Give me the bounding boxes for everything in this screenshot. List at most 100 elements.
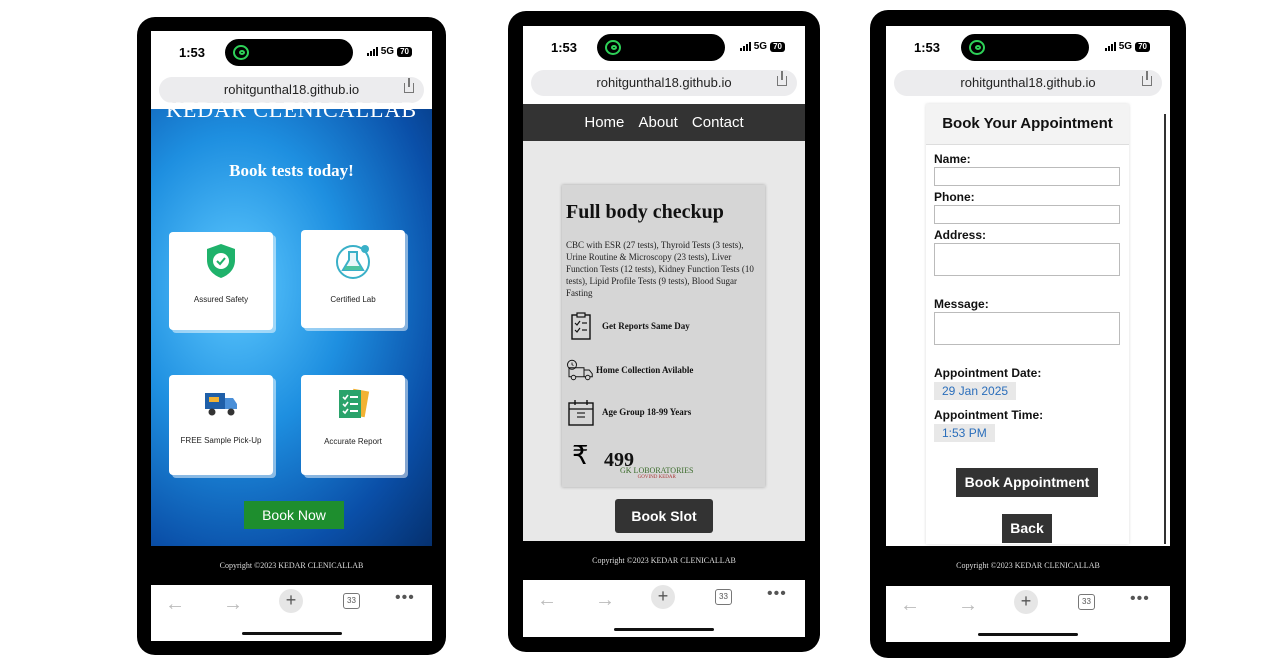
share-icon[interactable] <box>404 78 414 93</box>
back-arrow-icon[interactable]: ← <box>537 589 557 612</box>
time-picker[interactable]: 1:53 PM <box>934 424 995 442</box>
battery-icon: 70 <box>1135 41 1150 52</box>
status-time: 1:53 <box>179 45 206 60</box>
phone-field[interactable] <box>934 205 1120 224</box>
address-field[interactable] <box>934 243 1120 276</box>
copyright-text: Copyright ©2023 KEDAR CLENICALLAB <box>592 556 736 565</box>
package-title: Full body checkup <box>566 201 724 223</box>
url-bar[interactable]: rohitgunthal18.github.io <box>894 70 1162 96</box>
card-label: Assured Safety <box>193 295 249 304</box>
signal-indicators: 5G 70 <box>1104 41 1150 52</box>
feature-card-safety[interactable]: Assured Safety <box>169 232 273 330</box>
feature-text: Home Collection Avilable <box>596 365 694 375</box>
message-field[interactable] <box>934 312 1120 345</box>
book-appointment-button[interactable]: Book Appointment <box>956 468 1098 497</box>
lab-flask-icon <box>336 245 370 279</box>
signal-indicators: 5G 70 <box>739 41 785 52</box>
rupee-icon: ₹ <box>572 441 589 470</box>
date-picker[interactable]: 29 Jan 2025 <box>934 382 1017 400</box>
feature-reports: Get Reports Same Day <box>566 311 690 341</box>
calendar-icon <box>568 400 594 426</box>
home-indicator <box>614 628 714 631</box>
forward-arrow-icon[interactable]: → <box>595 589 615 612</box>
hero-tagline: Book tests today! <box>229 161 354 180</box>
network-type: 5G <box>1118 41 1133 52</box>
feature-card-pickup[interactable]: FREE Sample Pick-Up <box>169 375 273 475</box>
status-time: 1:53 <box>914 40 941 55</box>
back-arrow-icon[interactable]: ← <box>900 594 920 617</box>
url-text: rohitgunthal18.github.io <box>223 82 360 97</box>
more-options-icon[interactable]: ••• <box>395 589 415 607</box>
more-options-icon[interactable]: ••• <box>767 585 787 603</box>
signal-icon <box>366 47 378 56</box>
app-activity-icon <box>969 40 985 55</box>
screen-package: 1:53 5G 70 rohitgunthal18.github.io Home… <box>523 26 805 637</box>
brand-title: KEDAR CLENICALLAB <box>165 97 418 122</box>
new-tab-icon[interactable]: + <box>279 589 303 613</box>
network-type: 5G <box>380 46 395 57</box>
book-slot-button[interactable]: Book Slot <box>615 499 713 533</box>
feature-text: Get Reports Same Day <box>602 321 690 331</box>
screen-appointment: 1:53 5G 70 rohitgunthal18.github.io Book… <box>886 26 1170 642</box>
tabs-count-icon[interactable]: 33 <box>343 593 360 609</box>
footer: Copyright ©2023 KEDAR CLENICALLAB <box>151 546 432 585</box>
more-options-icon[interactable]: ••• <box>1130 590 1150 608</box>
book-now-button[interactable]: Book Now <box>244 501 344 529</box>
address-label: Address: <box>934 228 987 242</box>
footer: Copyright ©2023 KEDAR CLENICALLAB <box>523 541 805 580</box>
package-card: Full body checkup CBC with ESR (27 tests… <box>562 185 765 487</box>
battery-icon: 70 <box>770 41 785 52</box>
page-scrollbar[interactable] <box>1164 114 1166 544</box>
nav-contact[interactable]: Contact <box>692 114 744 131</box>
shield-check-icon <box>207 244 235 278</box>
lab-subtitle: GOVIND KEDAR <box>637 475 676 480</box>
phone-package: 1:53 5G 70 rohitgunthal18.github.io Home… <box>508 11 820 652</box>
name-field[interactable] <box>934 167 1120 186</box>
name-label: Name: <box>934 152 971 166</box>
phone-label: Phone: <box>934 190 975 204</box>
share-icon[interactable] <box>1142 71 1152 86</box>
forward-arrow-icon[interactable]: → <box>223 593 243 616</box>
screen-home: 1:53 5G 70 rohitgunthal18.github.io KEDA… <box>151 31 432 641</box>
status-bar: 1:53 5G 70 <box>886 26 1170 68</box>
phone-home: 1:53 5G 70 rohitgunthal18.github.io KEDA… <box>137 17 446 655</box>
footer: Copyright ©2023 KEDAR CLENICALLAB <box>886 546 1170 586</box>
signal-icon <box>1104 42 1116 51</box>
lab-logo: GK LOBORATORIES GOVIND KEDAR <box>620 466 693 480</box>
share-icon[interactable] <box>777 71 787 86</box>
url-text: rohitgunthal18.github.io <box>596 75 732 90</box>
card-label: Certified Lab <box>330 295 376 304</box>
url-text: rohitgunthal18.github.io <box>960 75 1096 90</box>
clipboard-icon <box>571 312 591 340</box>
copyright-text: Copyright ©2023 KEDAR CLENICALLAB <box>956 561 1100 570</box>
nav-home[interactable]: Home <box>584 114 624 131</box>
date-label: Appointment Date: <box>934 366 1042 380</box>
new-tab-icon[interactable]: + <box>1014 590 1038 614</box>
network-type: 5G <box>753 41 768 52</box>
tabs-count-icon[interactable]: 33 <box>1078 594 1095 610</box>
url-bar[interactable]: rohitgunthal18.github.io <box>531 70 797 96</box>
card-label: FREE Sample Pick-Up <box>180 436 262 445</box>
report-checklist-icon <box>339 388 370 418</box>
back-arrow-icon[interactable]: ← <box>165 593 185 616</box>
app-activity-icon <box>605 40 621 55</box>
nav-about[interactable]: About <box>639 114 678 131</box>
tabs-count-icon[interactable]: 33 <box>715 589 732 605</box>
app-activity-icon <box>233 45 249 60</box>
feature-card-certified[interactable]: Certified Lab <box>301 230 405 328</box>
browser-toolbar: ← → + 33 ••• <box>886 586 1170 642</box>
top-nav: Home About Contact <box>523 104 805 141</box>
lab-name: GK LOBORATORIES <box>620 466 694 475</box>
form-heading: Book Your Appointment <box>926 104 1129 145</box>
status-bar: 1:53 5G 70 <box>151 31 432 73</box>
feature-card-report[interactable]: Accurate Report <box>301 375 405 475</box>
status-bar: 1:53 5G 70 <box>523 26 805 68</box>
new-tab-icon[interactable]: + <box>651 585 675 609</box>
back-button[interactable]: Back <box>1002 514 1052 543</box>
package-section: Full body checkup CBC with ESR (27 tests… <box>523 141 805 541</box>
dynamic-island <box>961 34 1089 61</box>
dynamic-island <box>225 39 353 66</box>
copyright-text: Copyright ©2023 KEDAR CLENICALLAB <box>219 561 364 570</box>
dynamic-island <box>597 34 725 61</box>
forward-arrow-icon[interactable]: → <box>958 594 978 617</box>
